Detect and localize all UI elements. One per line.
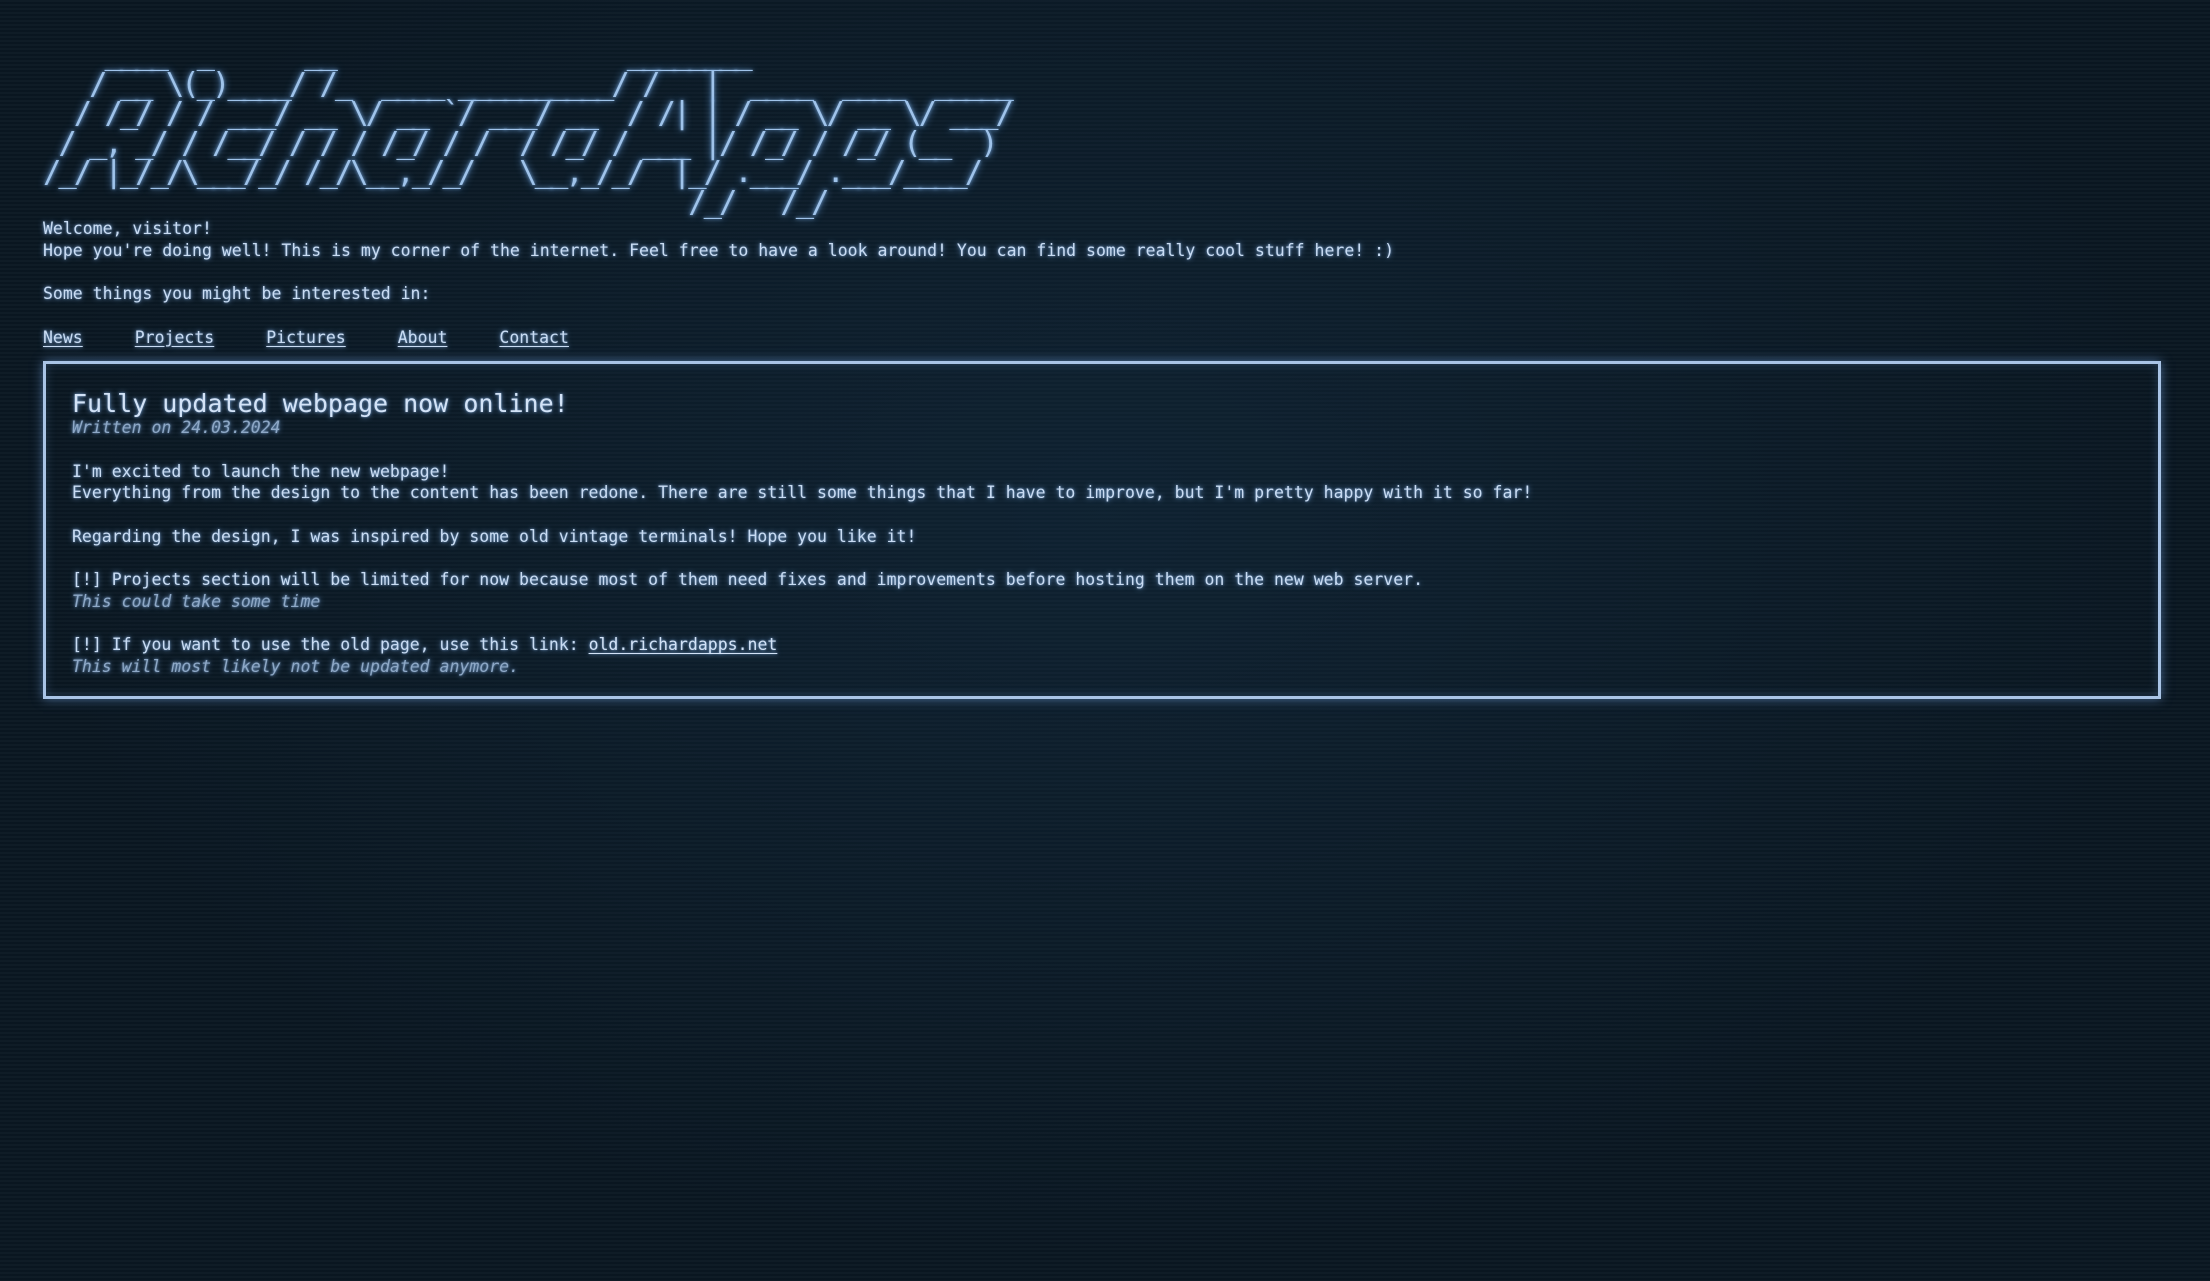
post-note-projects-sub: This could take some time bbox=[72, 591, 321, 611]
interested-text: Some things you might be interested in: bbox=[43, 284, 431, 303]
old-page-prefix: [!] If you want to use the old page, use… bbox=[72, 635, 589, 654]
nav-link-pictures[interactable]: Pictures bbox=[266, 327, 345, 349]
main-nav: News Projects Pictures About Contact bbox=[43, 327, 2167, 349]
post-note-old-page-sub: This will most likely not be updated any… bbox=[72, 656, 520, 676]
ascii-logo: ____ _ __ ________ / __ \(_)____/ /_ ___… bbox=[43, 37, 1014, 220]
intro-section: Welcome, visitor! Hope you're doing well… bbox=[43, 218, 2167, 327]
post-title: Fully updated webpage now online! bbox=[72, 389, 569, 418]
nav-link-projects[interactable]: Projects bbox=[135, 327, 214, 349]
tagline-text: Hope you're doing well! This is my corne… bbox=[43, 240, 1395, 260]
post-date: Written on 24.03.2024 bbox=[72, 418, 281, 437]
nav-link-contact[interactable]: Contact bbox=[499, 327, 569, 349]
post-line-design: Regarding the design, I was inspired by … bbox=[72, 526, 917, 546]
post-line-launch: I'm excited to launch the new webpage! bbox=[72, 461, 450, 481]
old-page-link[interactable]: old.richardapps.net bbox=[589, 635, 778, 654]
nav-link-news[interactable]: News bbox=[43, 327, 83, 349]
welcome-text: Welcome, visitor! bbox=[43, 219, 212, 238]
post-line-redone: Everything from the design to the conten… bbox=[72, 483, 1533, 502]
page-content: ____ _ __ ________ / __ \(_)____/ /_ ___… bbox=[43, 37, 2167, 699]
news-post-panel: Fully updated webpage now online! Writte… bbox=[43, 361, 2161, 699]
post-note-projects: [!] Projects section will be limited for… bbox=[72, 570, 1424, 589]
post-note-old-page: [!] If you want to use the old page, use… bbox=[72, 634, 2132, 656]
nav-link-about[interactable]: About bbox=[398, 327, 448, 349]
